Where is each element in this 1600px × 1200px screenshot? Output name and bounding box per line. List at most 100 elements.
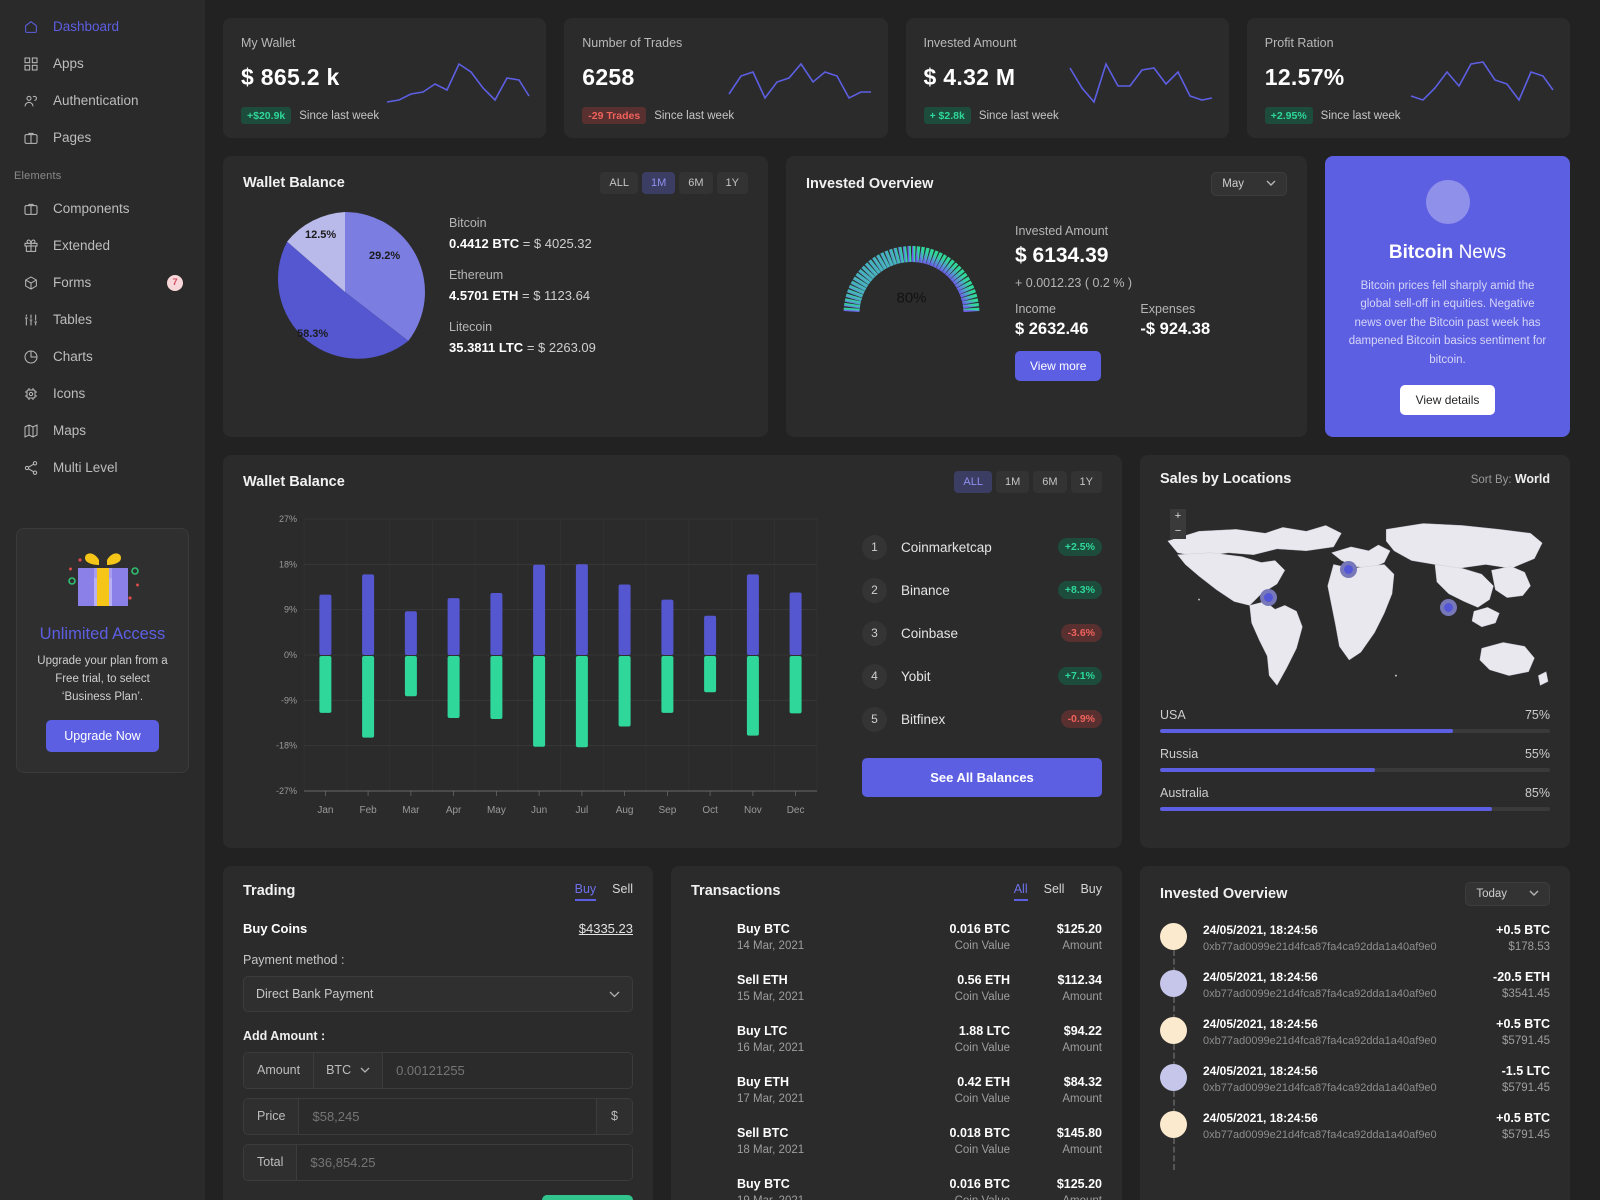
timeline-hash: 0xb77ad0099e21d4fca87fa4ca92dda1a40af9e0 [1203,1034,1437,1047]
svg-text:Dec: Dec [787,805,805,816]
expenses-block: Expenses -$ 924.38 [1140,302,1210,339]
timeline-amount: +0.5 BTC [1496,1016,1550,1031]
stat-title: Number of Trades [582,36,683,50]
svg-text:May: May [487,805,506,816]
tab-all[interactable]: ALL [600,172,638,194]
list-item[interactable]: 2 Binance +8.3% [862,577,1102,603]
sidebar-item-label: Authentication [53,92,139,108]
pie-body: 29.2% 58.3% 12.5% Bitcoin 0.4412 BTC = $… [243,212,748,372]
map-pin[interactable] [1440,598,1457,616]
sidebar-item-label: Components [53,200,130,216]
sidebar-item-extended[interactable]: Extended [0,227,205,264]
sidebar-item-charts[interactable]: Charts [0,338,205,375]
amount-input[interactable] [383,1052,632,1088]
coin-price-link[interactable]: $4335.23 [579,921,633,936]
exchange-name: Binance [901,582,950,598]
stat-title: My Wallet [241,36,296,50]
map-pin[interactable] [1260,588,1277,606]
currency-select[interactable]: BTC [314,1052,384,1088]
tab-1m[interactable]: 1M [995,470,1030,493]
invested-overview-timeline-card: Invested Overview Today 24/05/2021, 18:2… [1140,865,1570,1200]
list-item[interactable]: 24/05/2021, 18:24:56 0xb77ad0099e21d4fca8… [1160,1063,1550,1123]
sidebar-item-forms[interactable]: Forms 7 [0,264,205,301]
timeline-dot [1160,969,1187,997]
sidebar-item-apps[interactable]: Apps [0,45,205,82]
coin-name: Bitcoin [449,216,487,230]
svg-text:Nov: Nov [744,805,762,816]
view-more-button[interactable]: View more [1015,351,1102,381]
rank-badge: 2 [862,577,887,603]
payment-method-select[interactable]: Direct Bank Payment [243,975,633,1012]
svg-text:Sep: Sep [659,805,677,816]
timeline-values: -1.5 LTC $5791.45 [1458,1064,1550,1094]
zoom-out-button[interactable]: − [1170,523,1186,539]
sidebar-item-pages[interactable]: Pages [0,119,205,156]
analytics-row: Wallet Balance ALL 1M 6M 1Y 27% 18% 9% 0% -9… [223,454,1570,848]
tab-6m[interactable]: 6M [679,172,713,194]
table-row[interactable]: Buy ETH 17 Mar, 2021 0.42 ETH Coin Value $… [691,1075,1102,1105]
list-item[interactable]: 3 Coinbase -3.6% [862,620,1102,646]
tab-sell[interactable]: Sell [1044,882,1065,901]
table-row[interactable]: Sell BTC 18 Mar, 2021 0.018 BTC Coin Value… [691,1126,1102,1156]
sales-by-locations-card: Sales by Locations Sort By: World + − US… [1140,454,1570,848]
timeline-values: +0.5 BTC $178.53 [1458,923,1550,953]
zoom-in-button[interactable]: + [1170,508,1186,524]
payment-method-value: Direct Bank Payment [256,986,374,1001]
currency-value: BTC [326,1063,352,1078]
tab-1y[interactable]: 1Y [716,172,748,194]
timeline-filter-select[interactable]: Today [1465,881,1550,906]
world-map[interactable]: + − [1160,499,1550,704]
tab-all[interactable]: ALL [954,470,992,493]
tab-1m[interactable]: 1M [641,172,676,194]
timeline-dot [1160,1016,1187,1044]
tab-all[interactable]: All [1013,882,1028,901]
sidebar-item-components[interactable]: Components [0,190,205,227]
list-item[interactable]: 4 Yobit +7.1% [862,663,1102,689]
sidebar-item-authentication[interactable]: Authentication [0,82,205,119]
sort-by[interactable]: Sort By: World [1471,472,1550,486]
tab-sell[interactable]: Sell [612,882,633,901]
sidebar-item-icons[interactable]: Icons [0,375,205,412]
list-item[interactable]: 5 Bitfinex -0.9% [862,706,1102,732]
tx-type: Sell ETH [737,972,788,987]
view-details-button[interactable]: View details [1399,384,1496,415]
table-row[interactable]: Buy BTC19 Mar, 2021 0.016 BTCCoin Value … [691,1177,1102,1200]
wallet-balance-bar-card: Wallet Balance ALL 1M 6M 1Y 27% 18% 9% 0% -9… [223,454,1122,848]
upgrade-now-button[interactable]: Upgrade Now [46,720,159,753]
sidebar-item-tables[interactable]: Tables [0,301,205,338]
stat-title: Profit Ration [1264,36,1334,50]
month-select[interactable]: May [1211,172,1287,196]
map-pin[interactable] [1340,560,1357,578]
invested-details: Invested Amount $ 6134.39 + 0.0012.23 ( … [1015,210,1287,381]
table-row[interactable]: Buy BTC 14 Mar, 2021 0.016 BTC Coin Value … [691,922,1102,952]
table-row[interactable]: Sell ETH 15 Mar, 2021 0.56 ETH Coin Value … [691,973,1102,1003]
location-header: USA 75% [1160,708,1550,722]
timeline-date: 24/05/2021, 18:24:56 [1203,1063,1318,1078]
sidebar-item-multi-level[interactable]: Multi Level [0,449,205,486]
status-badge: +8.3% [1057,581,1102,600]
promo-text: Upgrade your plan from a Free trial, to … [37,655,168,703]
price-input[interactable] [299,1098,597,1134]
total-input[interactable] [297,1144,632,1180]
see-all-balances-button[interactable]: See All Balances [862,757,1102,797]
svg-text:Jun: Jun [531,805,547,816]
stat-note: Since last week [978,109,1059,122]
svg-text:-18%: -18% [276,741,297,751]
income-expense-row: Income $ 2632.46 Expenses -$ 924.38 [1015,302,1287,339]
rank-badge: 4 [862,663,887,689]
tab-6m[interactable]: 6M [1033,470,1067,493]
list-item[interactable]: 1 Coinmarketcap +2.5% [862,534,1102,560]
tab-buy[interactable]: Buy [1080,882,1102,901]
list-item[interactable]: 24/05/2021, 18:24:56 0xb77ad0099e21d4fca8… [1160,922,1550,982]
tx-type: Buy BTC [737,1176,790,1191]
list-item[interactable]: 24/05/2021, 18:24:56 0xb77ad0099e21d4fca8… [1160,1016,1550,1076]
tab-1y[interactable]: 1Y [1070,470,1102,493]
list-item[interactable]: 24/05/2021, 18:24:56 0xb77ad0099e21d4fca8… [1160,969,1550,1029]
sidebar-item-maps[interactable]: Maps [0,412,205,449]
svg-text:27%: 27% [279,514,297,524]
buy-coin-button[interactable]: Buy Coin [542,1194,633,1200]
sidebar-item-dashboard[interactable]: Dashboard [0,8,205,45]
tab-buy[interactable]: Buy [574,882,597,901]
table-row[interactable]: Buy LTC 16 Mar, 2021 1.88 LTC Coin Value $… [691,1024,1102,1054]
list-item[interactable]: 24/05/2021, 18:24:56 0xb77ad0099e21d4fca8… [1160,1110,1550,1170]
